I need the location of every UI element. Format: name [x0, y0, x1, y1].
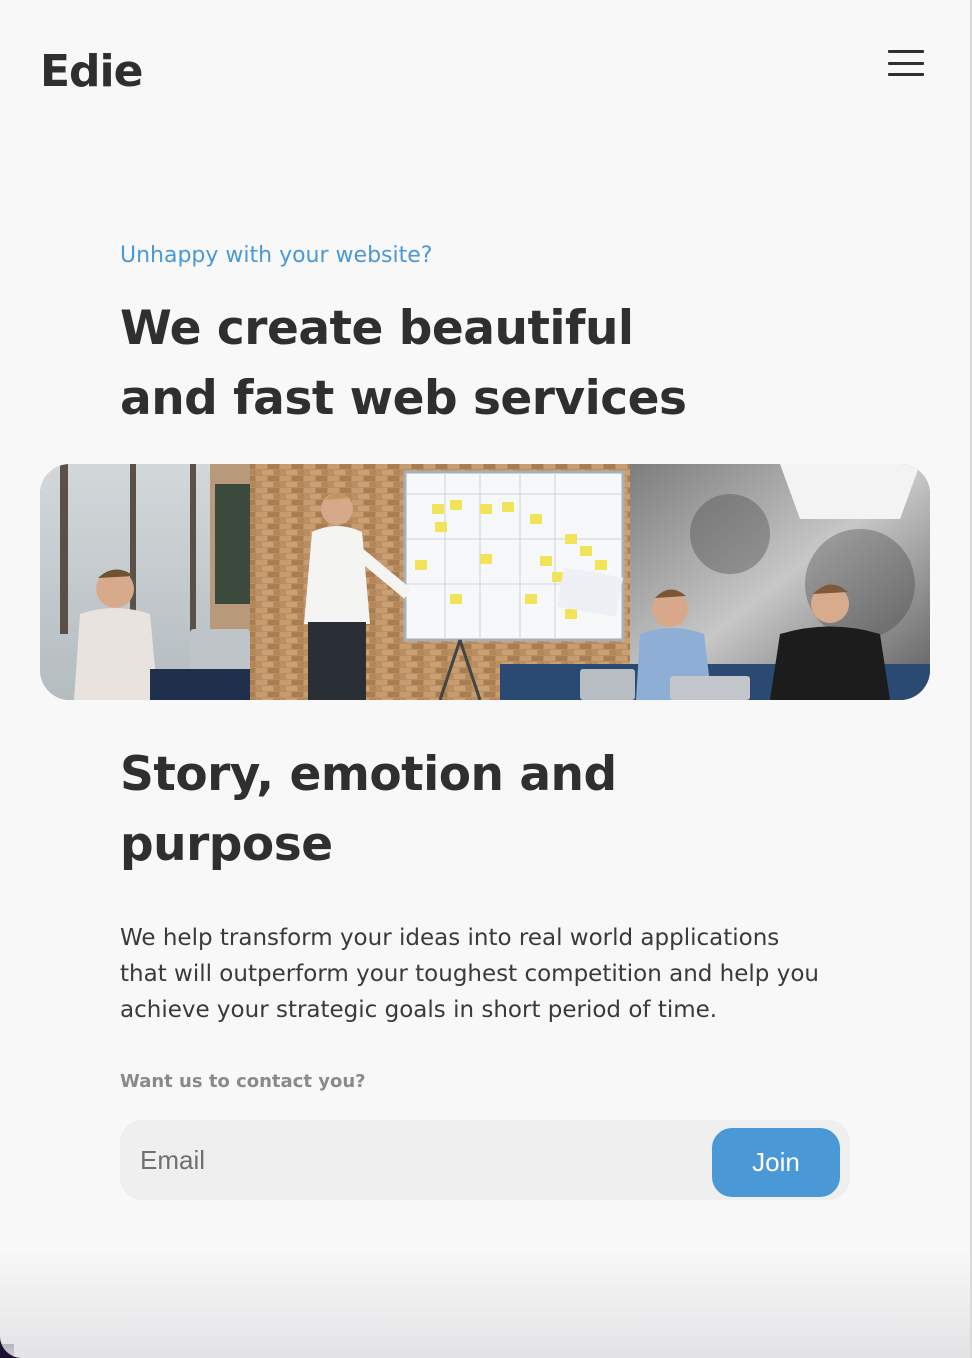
hero-headline-line1: We create beautiful	[120, 301, 634, 356]
email-signup-form: Join	[120, 1120, 850, 1200]
section-body-line1: We help transform your ideas into real w…	[120, 925, 780, 951]
hero-headline-line2: and fast web services	[120, 371, 687, 426]
menu-bar-middle	[888, 61, 924, 65]
logo[interactable]: Edie	[40, 44, 143, 100]
menu-bar-top	[888, 50, 924, 53]
section-title-line2: purpose	[120, 817, 333, 872]
section-body-line2: that will outperform your toughest compe…	[120, 961, 819, 987]
join-button[interactable]: Join	[712, 1128, 840, 1197]
page: Edie Unhappy with your website? We creat…	[0, 0, 970, 1358]
hamburger-menu-icon[interactable]	[886, 48, 926, 78]
hero-headline: We create beautiful and fast web service…	[120, 294, 740, 434]
photo-illustration	[40, 464, 930, 700]
contact-label: Want us to contact you?	[120, 1071, 366, 1092]
section-title-line1: Story, emotion and	[120, 747, 617, 802]
section-body-line3: achieve your strategic goals in short pe…	[120, 997, 718, 1023]
section-title: Story, emotion and purpose	[120, 740, 740, 880]
team-meeting-photo	[40, 464, 930, 700]
hero-kicker: Unhappy with your website?	[120, 243, 433, 268]
section-body: We help transform your ideas into real w…	[120, 920, 860, 1028]
menu-bar-bottom	[888, 73, 924, 76]
email-field[interactable]	[120, 1120, 710, 1200]
desktop-corner	[0, 1344, 14, 1358]
